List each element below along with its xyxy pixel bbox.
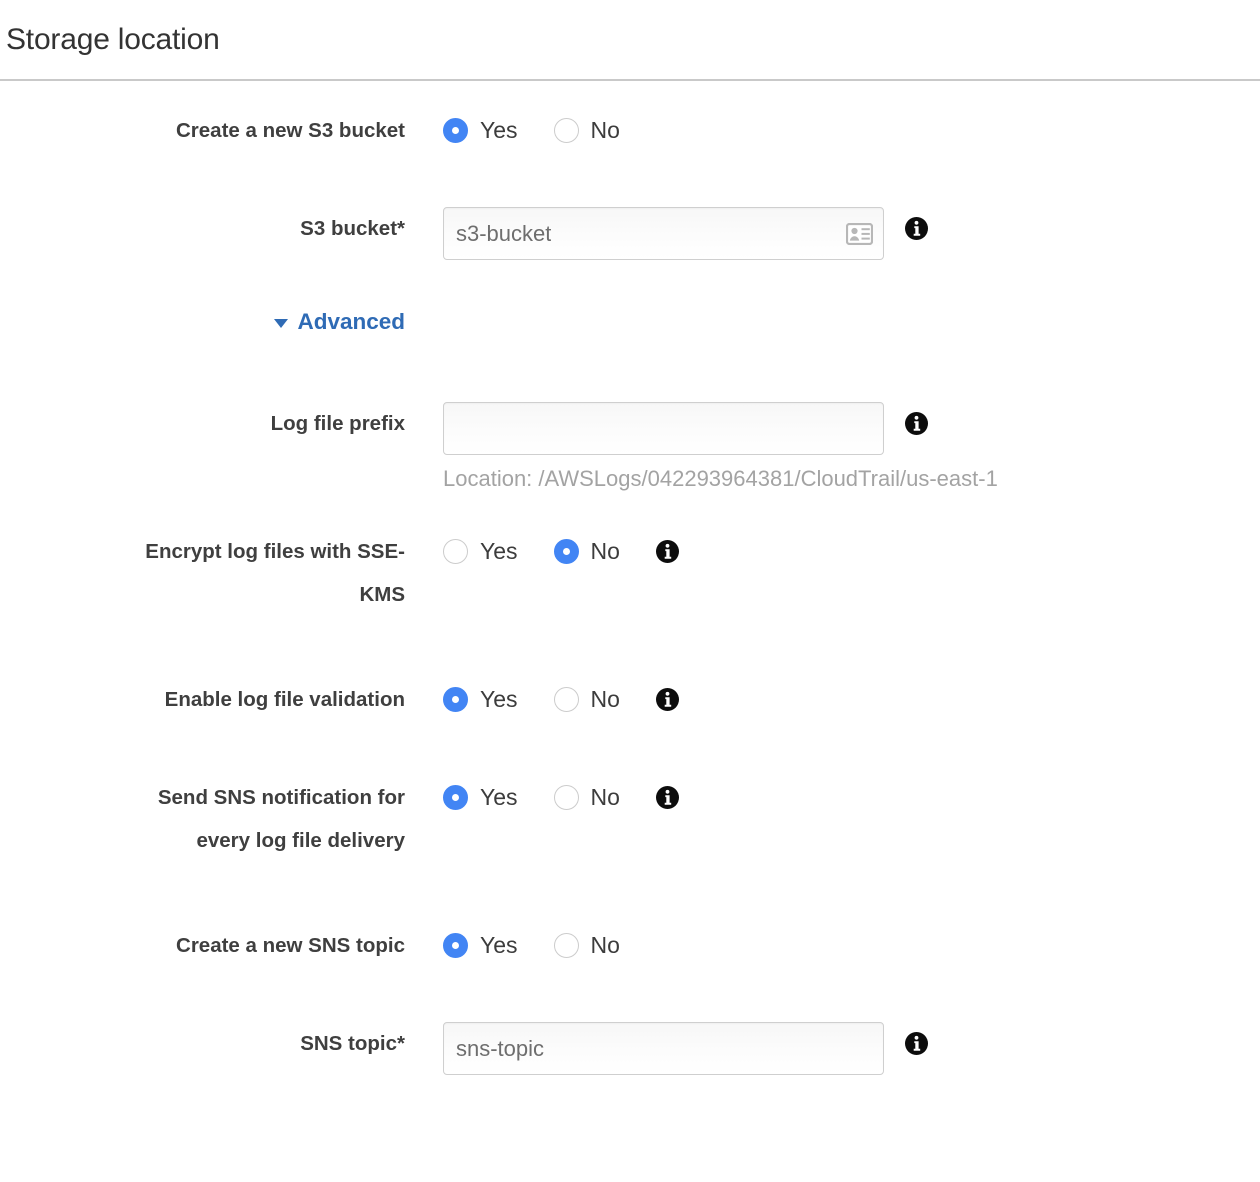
radio-button-yes[interactable] bbox=[443, 118, 468, 143]
info-icon-enable-log-file-validation[interactable] bbox=[656, 688, 679, 711]
radio-create-new-s3-bucket-no[interactable]: No bbox=[554, 118, 620, 143]
radio-group-create-new-sns-topic[interactable]: Yes No bbox=[443, 924, 620, 967]
row-create-new-s3-bucket: Create a new S3 bucket Yes No bbox=[0, 109, 1260, 207]
label-create-new-s3-bucket: Create a new S3 bucket bbox=[0, 109, 405, 152]
field-log-file-prefix: Location: /AWSLogs/042293964381/CloudTra… bbox=[405, 402, 1260, 493]
radio-label-yes: Yes bbox=[480, 539, 518, 564]
field-s3-bucket: s3-bucket bbox=[405, 207, 1260, 260]
field-sns-topic: sns-topic bbox=[405, 1022, 1260, 1075]
row-send-sns-notification: Send SNS notification for every log file… bbox=[0, 776, 1260, 924]
radio-group-create-new-s3-bucket[interactable]: Yes No bbox=[443, 109, 620, 152]
radio-label-yes: Yes bbox=[480, 785, 518, 810]
log-file-prefix-stack: Location: /AWSLogs/042293964381/CloudTra… bbox=[443, 402, 998, 493]
label-encrypt-log-files-line2: KMS bbox=[0, 573, 405, 616]
row-sns-topic: SNS topic* sns-topic bbox=[0, 1022, 1260, 1122]
radio-label-no: No bbox=[591, 933, 620, 958]
radio-group-send-sns-notification[interactable]: Yes No bbox=[443, 776, 620, 819]
s3-bucket-input[interactable]: s3-bucket bbox=[443, 207, 884, 260]
info-icon-s3-bucket[interactable] bbox=[905, 217, 928, 240]
label-log-file-prefix: Log file prefix bbox=[0, 402, 405, 445]
section-header: Storage location bbox=[0, 0, 1260, 81]
info-icon-log-file-prefix[interactable] bbox=[905, 412, 928, 435]
radio-button-no[interactable] bbox=[554, 785, 579, 810]
contact-card-icon[interactable] bbox=[846, 223, 873, 245]
advanced-toggle[interactable]: Advanced bbox=[274, 307, 405, 337]
field-create-new-sns-topic: Yes No bbox=[405, 924, 1260, 967]
label-send-sns-notification-line2: every log file delivery bbox=[0, 819, 405, 862]
radio-group-enable-log-file-validation[interactable]: Yes No bbox=[443, 678, 620, 721]
radio-button-yes[interactable] bbox=[443, 687, 468, 712]
radio-label-no: No bbox=[591, 539, 620, 564]
row-enable-log-file-validation: Enable log file validation Yes No bbox=[0, 678, 1260, 776]
advanced-label: Advanced bbox=[297, 307, 405, 337]
radio-encrypt-log-files-yes[interactable]: Yes bbox=[443, 539, 518, 564]
s3-bucket-input-value: s3-bucket bbox=[456, 221, 551, 247]
field-encrypt-log-files: Yes No bbox=[405, 530, 1260, 573]
field-enable-log-file-validation: Yes No bbox=[405, 678, 1260, 721]
label-send-sns-notification-line1: Send SNS notification for bbox=[0, 776, 405, 819]
radio-label-yes: Yes bbox=[480, 933, 518, 958]
radio-enable-log-file-validation-yes[interactable]: Yes bbox=[443, 687, 518, 712]
info-icon-sns-topic[interactable] bbox=[905, 1032, 928, 1055]
field-create-new-s3-bucket: Yes No bbox=[405, 109, 1260, 152]
radio-label-no: No bbox=[591, 687, 620, 712]
label-encrypt-log-files: Encrypt log files with SSE- KMS bbox=[0, 530, 405, 616]
field-send-sns-notification: Yes No bbox=[405, 776, 1260, 819]
radio-button-yes[interactable] bbox=[443, 539, 468, 564]
advanced-wrap: Advanced bbox=[0, 307, 405, 337]
log-file-prefix-line bbox=[443, 402, 998, 455]
radio-create-new-sns-topic-no[interactable]: No bbox=[554, 933, 620, 958]
row-log-file-prefix: Log file prefix bbox=[0, 402, 1260, 530]
radio-label-no: No bbox=[591, 785, 620, 810]
log-file-prefix-location-text: Location: /AWSLogs/042293964381/CloudTra… bbox=[443, 465, 998, 493]
radio-create-new-s3-bucket-yes[interactable]: Yes bbox=[443, 118, 518, 143]
row-encrypt-log-files: Encrypt log files with SSE- KMS Yes No bbox=[0, 530, 1260, 678]
label-send-sns-notification: Send SNS notification for every log file… bbox=[0, 776, 405, 862]
row-advanced: Advanced bbox=[0, 307, 1260, 402]
radio-button-no[interactable] bbox=[554, 687, 579, 712]
radio-label-yes: Yes bbox=[480, 118, 518, 143]
label-s3-bucket: S3 bucket* bbox=[0, 207, 405, 250]
radio-label-no: No bbox=[591, 118, 620, 143]
radio-create-new-sns-topic-yes[interactable]: Yes bbox=[443, 933, 518, 958]
radio-button-no[interactable] bbox=[554, 118, 579, 143]
log-file-prefix-input[interactable] bbox=[443, 402, 884, 455]
label-sns-topic: SNS topic* bbox=[0, 1022, 405, 1065]
row-create-new-sns-topic: Create a new SNS topic Yes No bbox=[0, 924, 1260, 1022]
label-create-new-sns-topic: Create a new SNS topic bbox=[0, 924, 405, 967]
sns-topic-input[interactable]: sns-topic bbox=[443, 1022, 884, 1075]
info-icon-encrypt-log-files[interactable] bbox=[656, 540, 679, 563]
storage-location-form: Create a new S3 bucket Yes No S3 bucket* bbox=[0, 81, 1260, 1122]
radio-group-encrypt-log-files[interactable]: Yes No bbox=[443, 530, 620, 573]
sns-topic-input-value: sns-topic bbox=[456, 1036, 544, 1062]
row-s3-bucket: S3 bucket* s3-bucket bbox=[0, 207, 1260, 307]
storage-location-page: Storage location Create a new S3 bucket … bbox=[0, 0, 1260, 1182]
label-encrypt-log-files-line1: Encrypt log files with SSE- bbox=[0, 530, 405, 573]
radio-encrypt-log-files-no[interactable]: No bbox=[554, 539, 620, 564]
caret-down-icon bbox=[274, 319, 288, 328]
radio-button-no[interactable] bbox=[554, 933, 579, 958]
info-icon-send-sns-notification[interactable] bbox=[656, 786, 679, 809]
radio-button-yes[interactable] bbox=[443, 933, 468, 958]
label-enable-log-file-validation: Enable log file validation bbox=[0, 678, 405, 721]
radio-send-sns-notification-yes[interactable]: Yes bbox=[443, 785, 518, 810]
page-title: Storage location bbox=[6, 22, 1260, 58]
radio-button-yes[interactable] bbox=[443, 785, 468, 810]
radio-button-no[interactable] bbox=[554, 539, 579, 564]
radio-label-yes: Yes bbox=[480, 687, 518, 712]
radio-enable-log-file-validation-no[interactable]: No bbox=[554, 687, 620, 712]
radio-send-sns-notification-no[interactable]: No bbox=[554, 785, 620, 810]
